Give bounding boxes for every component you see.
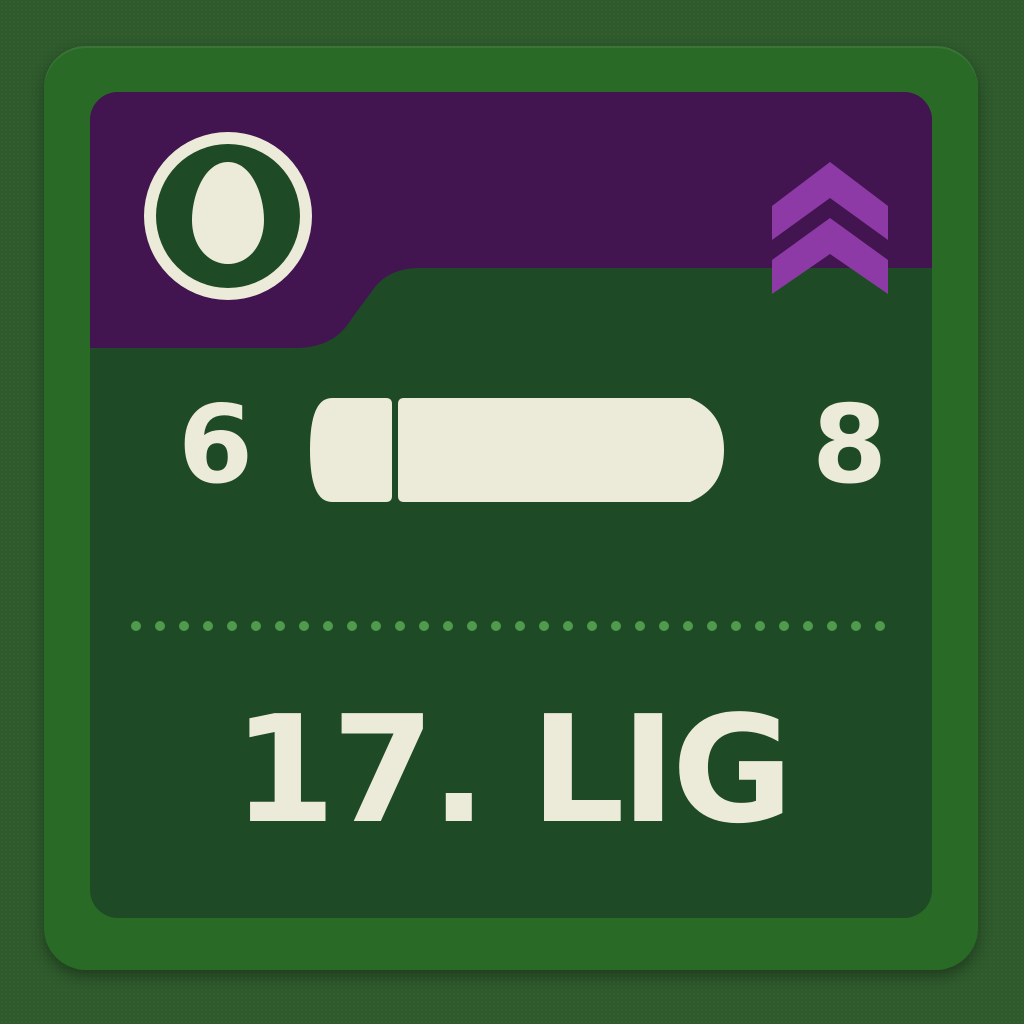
counter-face: 6 8 17. LIG: [90, 92, 932, 918]
attack-value: 6: [178, 383, 254, 508]
dotted-divider: [131, 621, 885, 631]
circle-egg-icon: [144, 132, 312, 300]
movement-value: 8: [812, 383, 888, 508]
unit-designation: 17. LIG: [232, 684, 794, 856]
unit-counter[interactable]: 6 8 17. LIG: [44, 46, 978, 970]
double-chevron-icon: [772, 162, 888, 294]
bullet-icon: [310, 398, 724, 502]
